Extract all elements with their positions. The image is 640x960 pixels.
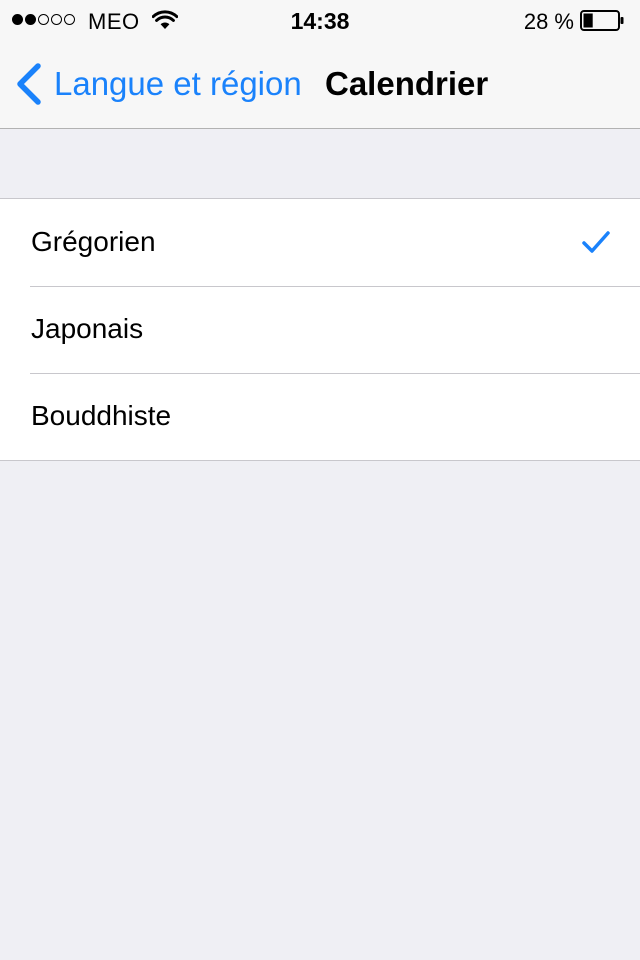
calendar-options-list: Grégorien Japonais Bouddhiste (0, 198, 640, 461)
battery-icon (580, 10, 624, 31)
status-bar: MEO 14:38 28 % (0, 0, 640, 40)
back-button-label: Langue et région (54, 65, 302, 102)
list-item-japonais[interactable]: Japonais (0, 286, 640, 373)
back-button[interactable]: Langue et région (14, 62, 302, 106)
list-item-gregorien[interactable]: Grégorien (0, 199, 640, 286)
list-item-label: Bouddhiste (31, 400, 172, 431)
page-title: Calendrier (325, 65, 489, 102)
chevron-left-icon (17, 63, 41, 105)
battery-percentage: 28 % (523, 9, 574, 34)
list-item-label: Japonais (31, 313, 144, 344)
list-item-bouddhiste[interactable]: Bouddhiste (0, 373, 640, 460)
checkmark-icon (582, 231, 610, 253)
navigation-bar: Langue et région Calendrier (0, 40, 640, 129)
list-item-label: Grégorien (31, 226, 156, 257)
